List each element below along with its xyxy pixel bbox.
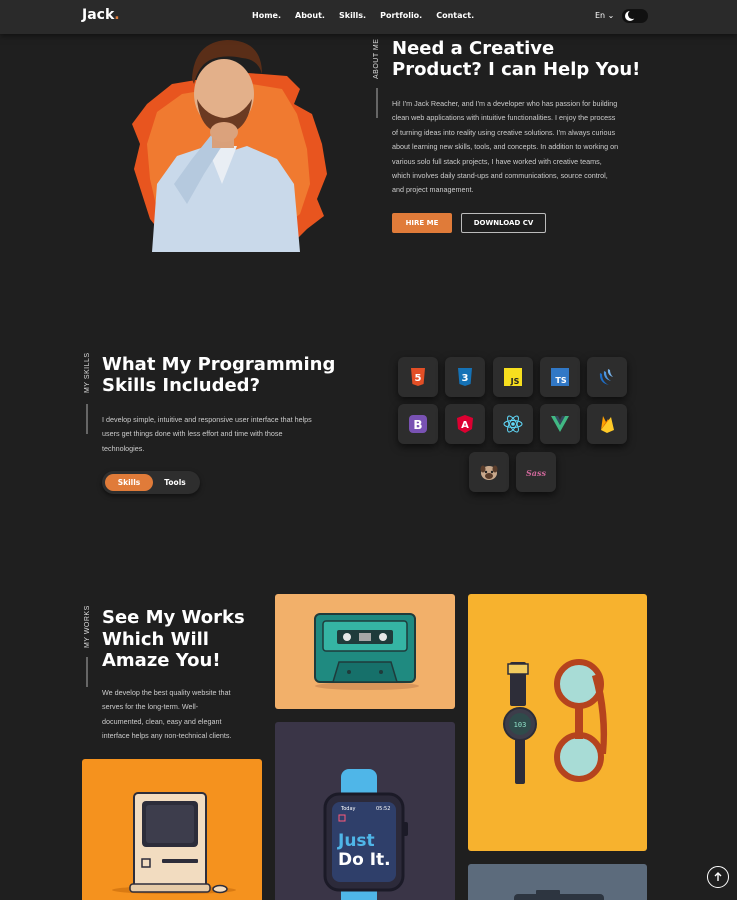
scroll-to-top-button[interactable] (707, 866, 729, 888)
svg-text:3: 3 (462, 373, 469, 384)
skill-pug[interactable] (469, 452, 509, 492)
moon-icon (625, 10, 637, 21)
svg-text:Today: Today (340, 806, 356, 812)
nav-item-contact[interactable]: Contact. (436, 11, 474, 20)
cassette-illustration (314, 613, 419, 690)
svg-text:JS: JS (510, 377, 520, 386)
skills-side-divider (86, 404, 88, 434)
nav-item-skills[interactable]: Skills. (339, 11, 366, 20)
about-side-divider (376, 88, 378, 118)
skill-javascript[interactable]: JS (493, 357, 533, 397)
jquery-icon (599, 369, 613, 385)
typescript-icon: TS (551, 368, 569, 386)
download-cv-button[interactable]: DOWNLOAD CV (461, 213, 546, 233)
skills-side-label: MY SKILLS (84, 352, 91, 393)
hire-me-button[interactable]: HIRE ME (392, 213, 452, 233)
skill-sass[interactable]: Sass (516, 452, 556, 492)
tab-skills[interactable]: Skills (105, 474, 153, 491)
html5-icon: 5 (411, 368, 425, 386)
portfolio-card-camera[interactable] (468, 864, 647, 900)
skill-css3[interactable]: 3 (445, 357, 485, 397)
vue-icon (551, 416, 569, 432)
css3-icon: 3 (458, 368, 472, 386)
react-icon (503, 415, 523, 433)
skill-react[interactable] (493, 404, 533, 444)
about-paragraph: Hi! I'm Jack Reacher, and I'm a develope… (392, 99, 619, 195)
arrow-up-icon (714, 872, 722, 881)
skills-title: What My Programming Skills Included? (102, 354, 336, 396)
svg-text:Sass: Sass (526, 468, 546, 478)
about-title: Need a Creative Product? I can Help You! (392, 38, 641, 80)
portfolio-card-computer[interactable] (82, 759, 262, 900)
javascript-icon: JS (504, 368, 522, 386)
nav-menu: Home. About. Skills. Portfolio. Contact. (252, 11, 474, 20)
tab-tools[interactable]: Tools (154, 474, 196, 491)
bootstrap-icon: B (409, 415, 427, 433)
pug-icon (480, 465, 498, 480)
nav-item-about[interactable]: About. (295, 11, 325, 20)
svg-text:A: A (461, 420, 469, 431)
svg-text:TS: TS (555, 376, 566, 385)
skill-html5[interactable]: 5 (398, 357, 438, 397)
hero-portrait-image (132, 40, 327, 252)
skill-typescript[interactable]: TS (540, 357, 580, 397)
skills-tools-tabs: Skills Tools (102, 471, 200, 494)
svg-text:Do It.: Do It. (338, 850, 391, 870)
skill-angular[interactable]: A (445, 404, 485, 444)
skill-firebase[interactable] (587, 404, 627, 444)
portfolio-card-cassette[interactable] (275, 594, 455, 709)
nav-item-portfolio[interactable]: Portfolio. (380, 11, 422, 20)
watch-glasses-illustration: 103 (503, 659, 608, 784)
works-side-divider (86, 657, 88, 687)
retro-computer-illustration (112, 792, 236, 894)
portfolio-card-smartwatch[interactable]: Today 05:52 Just Do It. (275, 722, 455, 900)
skill-bootstrap[interactable]: B (398, 404, 438, 444)
svg-text:Just: Just (337, 831, 375, 851)
portfolio-card-watch-glasses[interactable]: 103 (468, 594, 647, 851)
skill-jquery[interactable] (587, 357, 627, 397)
camera-illustration (514, 890, 604, 900)
language-select[interactable]: En ⌄ (595, 11, 614, 20)
svg-text:B: B (413, 418, 422, 432)
sass-icon: Sass (526, 468, 546, 478)
angular-icon: A (457, 415, 473, 433)
smartwatch-illustration: Today 05:52 Just Do It. (323, 769, 408, 900)
svg-text:05:52: 05:52 (376, 806, 390, 812)
works-paragraph: We develop the best quality website that… (102, 688, 232, 741)
works-side-label: MY WORKS (84, 605, 91, 648)
svg-text:5: 5 (415, 373, 422, 384)
theme-toggle[interactable] (622, 9, 648, 23)
svg-text:103: 103 (514, 721, 527, 729)
nav-item-home[interactable]: Home. (252, 11, 281, 20)
skills-paragraph: I develop simple, intuitive and responsi… (102, 415, 312, 453)
navbar: Jack. Home. About. Skills. Portfolio. Co… (0, 0, 737, 34)
about-side-label: ABOUT ME (373, 38, 380, 79)
skill-vue[interactable] (540, 404, 580, 444)
firebase-icon (601, 416, 614, 433)
works-title: See My Works Which Will Amaze You! (102, 607, 245, 671)
logo[interactable]: Jack. (82, 7, 120, 23)
